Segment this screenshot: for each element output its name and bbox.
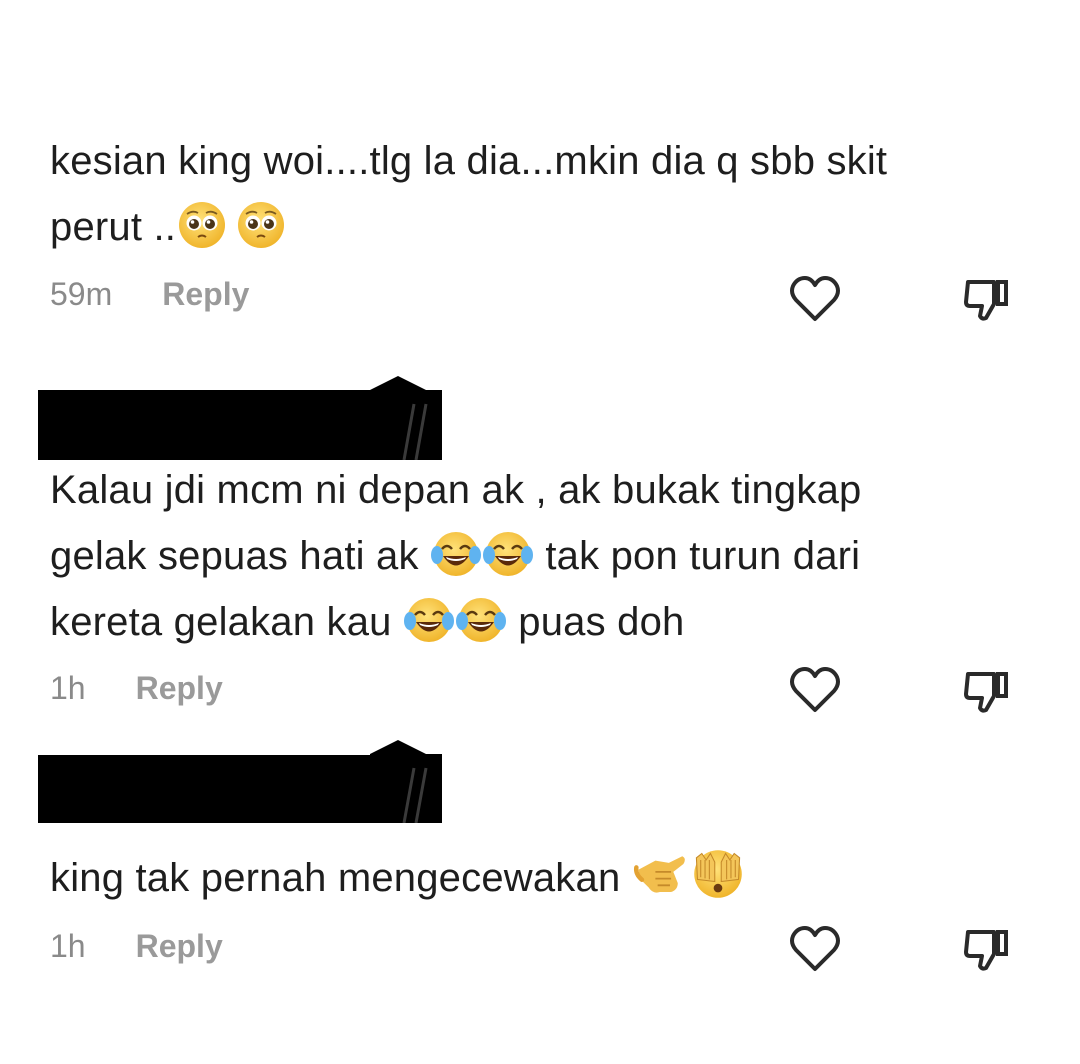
comment-3-reply-button[interactable]: Reply — [136, 928, 223, 965]
comment-2-text: Kalau jdi mcm ni depan ak , ak bukak tin… — [50, 457, 861, 655]
comment-2-line-3a: kereta gelakan kau — [50, 600, 392, 644]
tears-of-joy-emoji — [483, 529, 533, 579]
comment-2-timestamp: 1h — [50, 670, 86, 706]
thumbs-down-icon[interactable] — [960, 922, 1012, 974]
heart-icon[interactable] — [788, 665, 842, 715]
pleading-face-emoji — [177, 200, 227, 250]
heart-icon[interactable] — [788, 924, 842, 974]
comment-1-timestamp: 59m — [50, 276, 113, 312]
comment-3-line-1: king tak pernah mengecewakan — [50, 845, 746, 911]
heart-icon[interactable] — [788, 274, 842, 324]
comment-2-line-1: Kalau jdi mcm ni depan ak , ak bukak tin… — [50, 468, 862, 512]
tears-of-joy-emoji — [404, 595, 454, 645]
redaction-tab-icon — [370, 740, 442, 823]
comment-3-meta: 1h Reply — [50, 928, 223, 965]
comment-3-timestamp: 1h — [50, 928, 86, 964]
comment-2-line-2b: tak pon turun dari — [545, 534, 861, 578]
comment-2-reply-button[interactable]: Reply — [136, 670, 223, 707]
comment-2-line-2a: gelak sepuas hati ak — [50, 534, 419, 578]
comment-1-line-2: perut .. — [50, 194, 887, 260]
comment-1-line-1: kesian king woi....tlg la dia...mkin dia… — [50, 139, 888, 183]
comment-1-reply-button[interactable]: Reply — [162, 276, 249, 313]
thumbs-down-icon[interactable] — [960, 272, 1012, 324]
tears-of-joy-emoji — [431, 529, 481, 579]
comment-2-line-2: gelak sepuas hati ak tak pon turun dari — [50, 523, 861, 589]
redaction-tab-icon — [370, 376, 442, 460]
comment-3-text: king tak pernah mengecewakan — [50, 845, 746, 911]
comment-2-line-3: kereta gelakan kau puas doh — [50, 589, 861, 655]
comment-3-line-1-text: king tak pernah mengecewakan — [50, 856, 621, 900]
face-with-hand-over-eyes-emoji — [691, 847, 745, 901]
tears-of-joy-emoji — [456, 595, 506, 645]
thumbs-down-icon[interactable] — [960, 664, 1012, 716]
pleading-face-emoji — [236, 200, 286, 250]
comment-2-line-3b: puas doh — [518, 600, 685, 644]
comment-1-text: kesian king woi....tlg la dia...mkin dia… — [50, 128, 887, 260]
comment-1-line-2-text: perut .. — [50, 205, 177, 249]
call-me-hand-emoji — [633, 845, 689, 901]
comment-2-meta: 1h Reply — [50, 670, 223, 707]
comment-1-meta: 59m Reply — [50, 276, 249, 313]
